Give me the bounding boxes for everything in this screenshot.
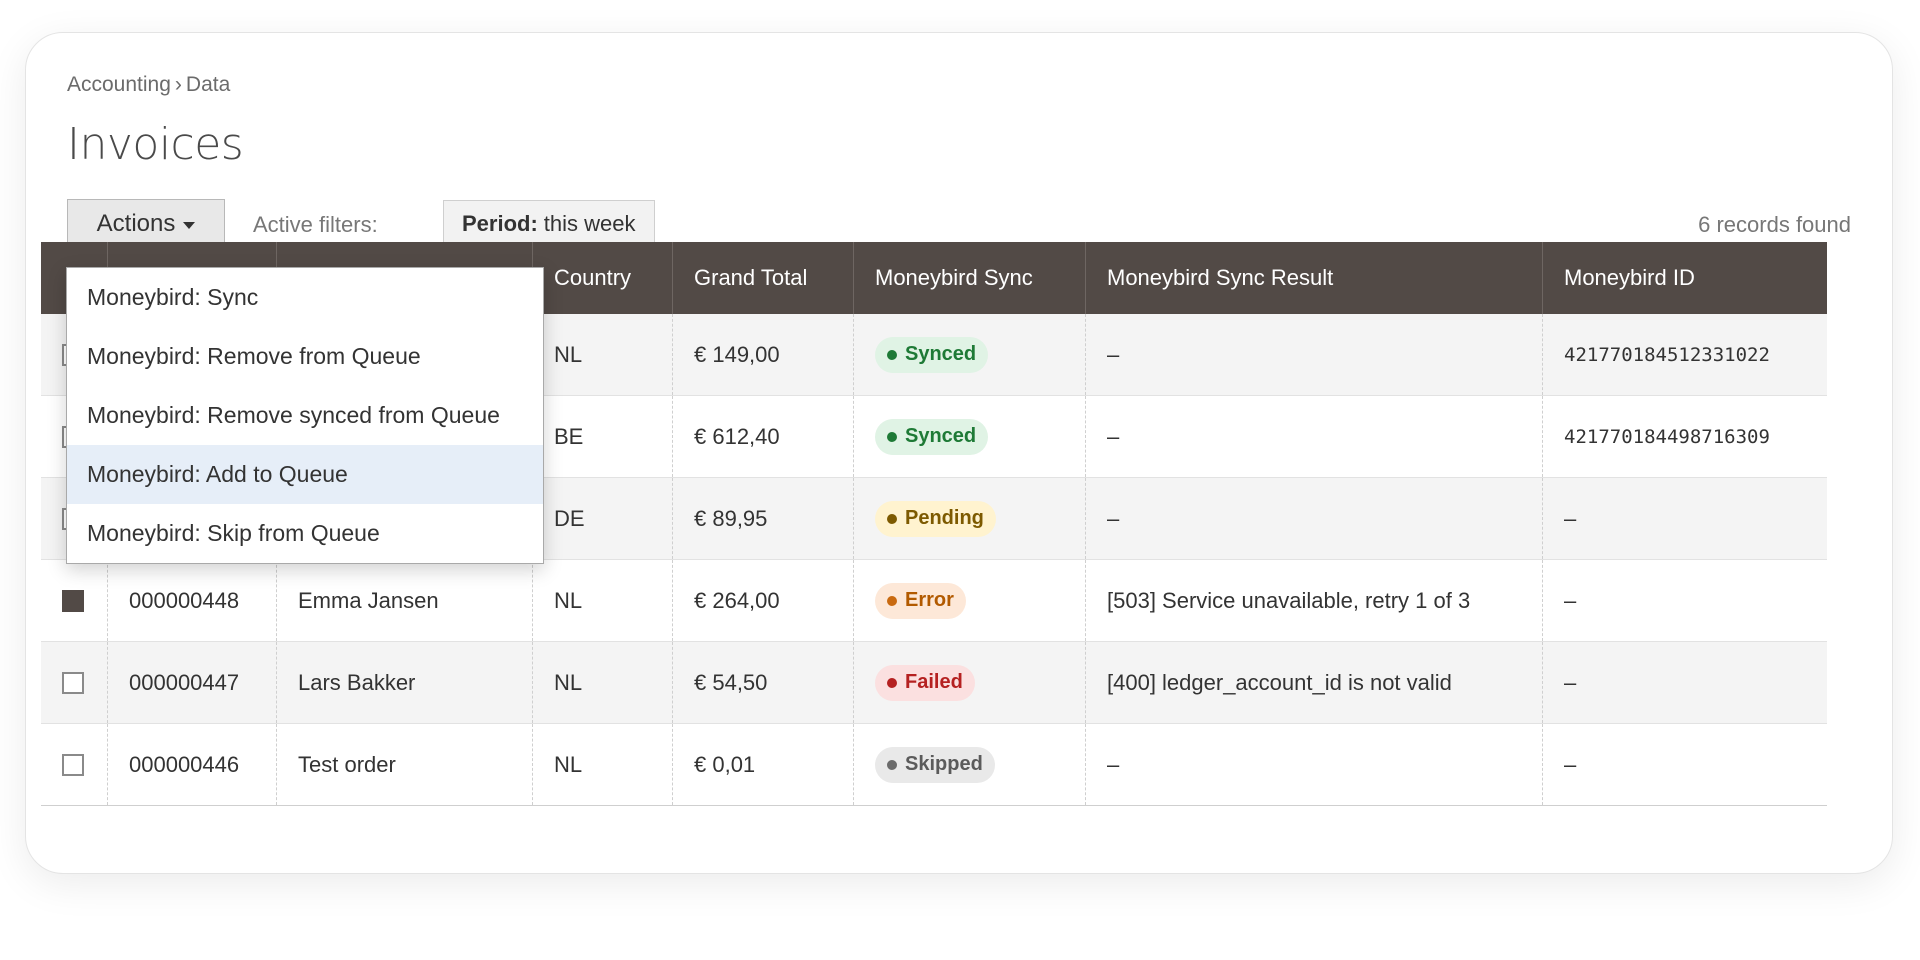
cell-sync-result: – (1086, 724, 1543, 805)
header-moneybird-id[interactable]: Moneybird ID (1543, 242, 1827, 314)
menu-item-skip-from-queue[interactable]: Moneybird: Skip from Queue (67, 504, 543, 563)
status-dot-icon (887, 349, 897, 360)
filter-chip-period[interactable]: Period: this week (443, 200, 655, 248)
row-select-cell (41, 724, 108, 805)
row-checkbox[interactable] (62, 671, 84, 694)
cell-grand-total: € 612,40 (673, 396, 854, 477)
header-grand-total[interactable]: Grand Total (673, 242, 854, 314)
cell-sync-result: – (1086, 478, 1543, 559)
page-title: Invoices (67, 119, 244, 170)
header-country[interactable]: Country (533, 242, 673, 314)
status-label: Pending (905, 507, 984, 529)
cell-country: DE (533, 478, 673, 559)
records-count: 6 records found (1698, 212, 1851, 237)
status-dot-icon (887, 595, 897, 606)
status-badge: Error (875, 582, 966, 619)
cell-sync-status: Pending (854, 478, 1086, 559)
cell-customer: Emma Jansen (277, 560, 533, 641)
cell-grand-total: € 89,95 (673, 478, 854, 559)
cell-sync-result: – (1086, 314, 1543, 395)
status-dot-icon (887, 677, 897, 688)
cell-sync-status: Synced (854, 314, 1086, 395)
cell-customer: Test order (277, 724, 533, 805)
actions-dropdown-menu: Moneybird: Sync Moneybird: Remove from Q… (66, 267, 544, 564)
status-badge: Failed (875, 664, 975, 701)
cell-country: NL (533, 314, 673, 395)
cell-number[interactable]: 000000448 (108, 560, 277, 641)
active-filters-label: Active filters: (253, 212, 378, 237)
cell-sync-status: Synced (854, 396, 1086, 477)
cell-sync-result: [400] ledger_account_id is not valid (1086, 642, 1543, 723)
table-row[interactable]: 000000448 Emma Jansen NL € 264,00 Error [503]… (41, 560, 1827, 642)
cell-moneybird-id: – (1564, 587, 1577, 613)
row-checkbox[interactable] (62, 589, 84, 612)
cell-number[interactable]: 000000446 (108, 724, 277, 805)
header-sync-result[interactable]: Moneybird Sync Result (1086, 242, 1543, 314)
status-badge: Synced (875, 418, 989, 455)
breadcrumb-accounting[interactable]: Accounting (67, 73, 171, 96)
row-select-cell (41, 560, 108, 641)
menu-item-sync[interactable]: Moneybird: Sync (67, 268, 543, 327)
cell-sync-status: Error (854, 560, 1086, 641)
menu-item-remove-synced-from-queue[interactable]: Moneybird: Remove synced from Queue (67, 386, 543, 445)
filter-value: this week (543, 211, 636, 236)
cell-country: NL (533, 560, 673, 641)
cell-moneybird-id: – (1564, 669, 1577, 695)
status-badge: Synced (875, 336, 989, 373)
status-dot-icon (887, 431, 897, 442)
status-badge: Skipped (875, 746, 995, 783)
filter-key: Period: (462, 211, 538, 236)
cell-sync-result: [503] Service unavailable, retry 1 of 3 (1086, 560, 1543, 641)
cell-moneybird-id: 421770184512331022 (1564, 343, 1770, 366)
cell-number[interactable]: 000000447 (108, 642, 277, 723)
cell-customer: Lars Bakker (277, 642, 533, 723)
actions-label: Actions (96, 210, 176, 237)
header-moneybird-sync[interactable]: Moneybird Sync (854, 242, 1086, 314)
cell-grand-total: € 54,50 (673, 642, 854, 723)
cell-country: NL (533, 724, 673, 805)
menu-item-add-to-queue[interactable]: Moneybird: Add to Queue (67, 445, 543, 504)
cell-moneybird-id: 421770184498716309 (1564, 425, 1770, 448)
status-label: Skipped (905, 753, 983, 775)
status-label: Synced (905, 343, 977, 365)
cell-country: BE (533, 396, 673, 477)
status-dot-icon (887, 513, 897, 524)
cell-sync-status: Skipped (854, 724, 1086, 805)
status-label: Error (905, 589, 954, 611)
table-row[interactable]: 000000446 Test order NL € 0,01 Skipped – – (41, 724, 1827, 806)
cell-grand-total: € 149,00 (673, 314, 854, 395)
cell-moneybird-id: – (1564, 751, 1577, 777)
row-checkbox[interactable] (62, 753, 84, 776)
menu-item-remove-from-queue[interactable]: Moneybird: Remove from Queue (67, 327, 543, 386)
caret-down-icon (183, 222, 196, 229)
breadcrumb-separator: › (174, 73, 182, 96)
cell-country: NL (533, 642, 673, 723)
cell-grand-total: € 0,01 (673, 724, 854, 805)
breadcrumb-data[interactable]: Data (186, 73, 230, 96)
status-dot-icon (887, 759, 897, 770)
breadcrumb: Accounting › Data (67, 73, 230, 97)
status-badge: Pending (875, 500, 996, 537)
row-select-cell (41, 642, 108, 723)
status-label: Failed (905, 671, 963, 693)
table-row[interactable]: 000000447 Lars Bakker NL € 54,50 Failed [400]… (41, 642, 1827, 724)
cell-grand-total: € 264,00 (673, 560, 854, 641)
cell-sync-result: – (1086, 396, 1543, 477)
cell-sync-status: Failed (854, 642, 1086, 723)
status-label: Synced (905, 425, 977, 447)
cell-moneybird-id: – (1564, 505, 1577, 531)
